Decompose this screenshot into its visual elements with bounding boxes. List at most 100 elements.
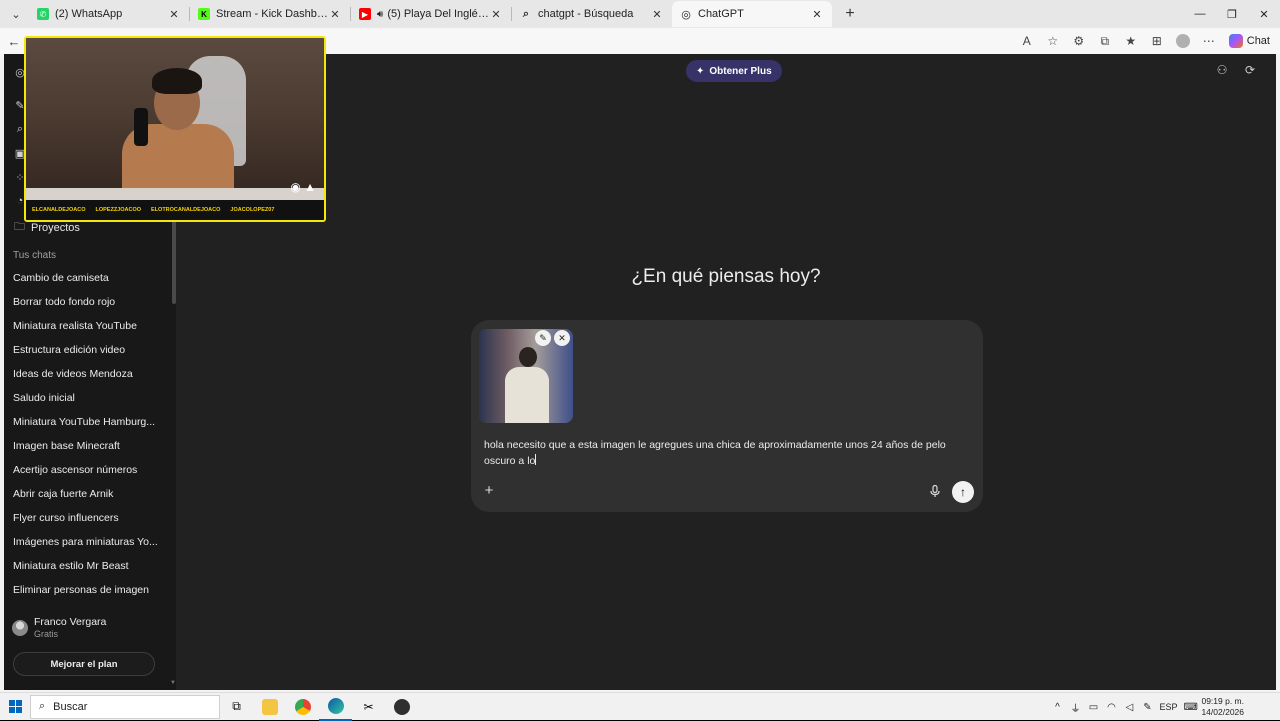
chat-history-item[interactable]: Imagen base Minecraft	[4, 434, 172, 458]
taskbar-search[interactable]: ⌕ Buscar	[30, 694, 220, 719]
share-user-icon[interactable]: ⚇	[1214, 62, 1230, 78]
youtube-icon: ▶	[359, 8, 371, 20]
social-handle: JOACOLOPEZ07	[230, 207, 275, 213]
close-icon[interactable]: ✕	[328, 8, 342, 21]
send-arrow-icon[interactable]: ↑	[952, 481, 974, 503]
search-icon: ⌕	[39, 700, 46, 712]
chat-history-item[interactable]: Flyer curso influencers	[4, 506, 172, 530]
social-handle: ELCANALDEJOACO	[32, 207, 86, 213]
task-view-icon[interactable]: ⧉	[220, 693, 253, 721]
speaker-icon[interactable]: 🔊︎	[377, 9, 383, 20]
tab-title: chatgpt - Búsqueda	[538, 8, 634, 20]
windows-taskbar: ⌕ Buscar ⧉ ✂ ^ ⏚ ▭ ◠ ◁ ✎ ESP ⌨ 09:19 p. …	[0, 692, 1280, 721]
copilot-icon	[1228, 34, 1243, 48]
chat-history-item[interactable]: Eliminar personas de imagen	[4, 578, 172, 602]
user-name: Franco Vergara	[34, 616, 107, 628]
profile-icon[interactable]	[1171, 30, 1195, 52]
chat-history-item[interactable]: Abrir caja fuerte Arnik	[4, 482, 172, 506]
chat-history-item[interactable]: Miniatura estilo Mr Beast	[4, 554, 172, 578]
system-tray: ^ ⏚ ▭ ◠ ◁ ✎ ESP ⌨ 09:19 p. m. 14/02/2026	[1051, 693, 1280, 721]
browser-tab-bar: ⌄ ✆ (2) WhatsApp ✕ K Stream - Kick Dashb…	[0, 0, 1280, 28]
chat-history-item[interactable]: Acertijo ascensor números	[4, 458, 172, 482]
collections-icon[interactable]: ⊞	[1145, 30, 1169, 52]
tab-title: (5) Playa Del Inglés - Quevedo	[387, 8, 489, 20]
close-icon[interactable]: ✕	[810, 8, 824, 21]
tab-title: ChatGPT	[698, 8, 744, 20]
copilot-chat-button[interactable]: Chat	[1223, 34, 1276, 48]
chat-history-item[interactable]: Miniatura realista YouTube	[4, 314, 172, 338]
kick-icon: K	[198, 8, 210, 20]
back-arrow-icon[interactable]: ←	[2, 34, 26, 49]
restore-icon[interactable]: ❐	[1216, 0, 1248, 28]
extensions-icon[interactable]: ⚙	[1067, 30, 1091, 52]
tab-whatsapp[interactable]: ✆ (2) WhatsApp ✕	[29, 1, 189, 27]
chat-history-item[interactable]: Ideas de videos Mendoza	[4, 362, 172, 386]
window-controls: — ❐ ✕	[1184, 0, 1280, 28]
tab-chatgpt[interactable]: ◎ ChatGPT ✕	[672, 1, 832, 27]
microphone-icon[interactable]	[927, 483, 943, 499]
social-handle: ELOTROCANALDEJOACO	[151, 207, 221, 213]
pen-icon[interactable]: ✎	[1141, 702, 1153, 713]
read-aloud-icon[interactable]: A	[1015, 30, 1039, 52]
language-indicator[interactable]: ESP	[1159, 702, 1177, 712]
webcam-overlay: ◉ ▲ ELCANALDEJOACO LOPEZZJOACOO ELOTROCA…	[24, 36, 326, 222]
favorite-star-icon[interactable]: ☆	[1041, 30, 1065, 52]
get-plus-button[interactable]: ✦ Obtener Plus	[686, 60, 782, 82]
chat-history-item[interactable]: Borrar todo fondo rojo	[4, 290, 172, 314]
obs-icon[interactable]	[385, 693, 418, 721]
add-attachment-icon[interactable]: +	[481, 482, 497, 499]
chat-history-item[interactable]: Cambio de camiseta	[4, 266, 172, 290]
tab-actions-icon[interactable]: ⌄	[3, 3, 29, 25]
battery-icon[interactable]: ▭	[1087, 702, 1099, 713]
tab-youtube[interactable]: ▶ 🔊︎ (5) Playa Del Inglés - Quevedo ✕	[351, 1, 511, 27]
close-icon[interactable]: ✕	[167, 8, 181, 21]
file-explorer-icon[interactable]	[253, 693, 286, 721]
upgrade-plan-button[interactable]: Mejorar el plan	[13, 652, 155, 676]
prompt-input[interactable]: hola necesito que a esta imagen le agreg…	[484, 437, 964, 469]
message-composer: ✎ ✕ hola necesito que a esta imagen le a…	[471, 320, 983, 512]
keyboard-icon[interactable]: ⌨	[1183, 702, 1197, 713]
chat-history-item[interactable]: Imágenes para miniaturas Yo...	[4, 530, 172, 554]
close-window-icon[interactable]: ✕	[1248, 0, 1280, 28]
chat-history-item[interactable]: Saludo inicial	[4, 386, 172, 410]
text-caret	[535, 454, 537, 465]
user-account[interactable]: Franco Vergara Gratis	[12, 616, 106, 640]
chat-history-item[interactable]: Estructura edición video	[4, 338, 172, 362]
edge-icon[interactable]	[319, 693, 352, 721]
usb-icon[interactable]: ⏚	[1069, 700, 1081, 715]
minimize-icon[interactable]: —	[1184, 0, 1216, 28]
chevron-up-icon[interactable]: ^	[1051, 702, 1063, 713]
wifi-icon[interactable]: ◠	[1105, 702, 1117, 713]
close-icon[interactable]: ✕	[489, 8, 503, 21]
folder-plus-icon: 🗀︎	[14, 221, 25, 233]
capcut-icon[interactable]: ✂	[352, 693, 385, 721]
screen: ⌄ ✆ (2) WhatsApp ✕ K Stream - Kick Dashb…	[0, 0, 1280, 721]
browser-toolbar: A ☆ ⚙ ⧉ ★ ⊞ ⋯ Chat	[1015, 28, 1276, 54]
windows-start-icon[interactable]	[0, 693, 30, 721]
avatar	[12, 620, 28, 636]
scroll-down-icon[interactable]: ▼	[170, 680, 176, 686]
streamer-hair	[152, 68, 202, 94]
chat-history-list: Cambio de camiseta Borrar todo fondo roj…	[4, 266, 172, 602]
tab-search[interactable]: ⌕ chatgpt - Búsqueda ✕	[512, 1, 672, 27]
split-screen-icon[interactable]: ⧉	[1093, 30, 1117, 52]
user-plan: Gratis	[34, 629, 59, 639]
chats-section-heading: Tus chats	[13, 250, 56, 261]
edit-image-icon[interactable]: ✎	[535, 330, 551, 346]
temporary-chat-icon[interactable]: ⟳	[1242, 62, 1258, 78]
tab-title: (2) WhatsApp	[55, 8, 123, 20]
chrome-icon[interactable]	[286, 693, 319, 721]
favorites-icon[interactable]: ★	[1119, 30, 1143, 52]
volume-icon[interactable]: ◁	[1123, 702, 1135, 713]
chatgpt-logo-icon: ◎	[681, 8, 691, 21]
clock[interactable]: 09:19 p. m. 14/02/2026	[1201, 696, 1244, 718]
chat-history-item[interactable]: Miniatura YouTube Hamburg...	[4, 410, 172, 434]
thumb-person-head	[519, 347, 537, 367]
tab-kick-dashboard[interactable]: K Stream - Kick Dashboard ✕	[190, 1, 350, 27]
close-icon[interactable]: ✕	[650, 8, 664, 21]
search-icon: ⌕	[522, 7, 530, 20]
new-tab-icon[interactable]: +	[838, 5, 862, 23]
microphone	[134, 108, 148, 146]
remove-image-icon[interactable]: ✕	[554, 330, 570, 346]
more-options-icon[interactable]: ⋯	[1197, 30, 1221, 52]
